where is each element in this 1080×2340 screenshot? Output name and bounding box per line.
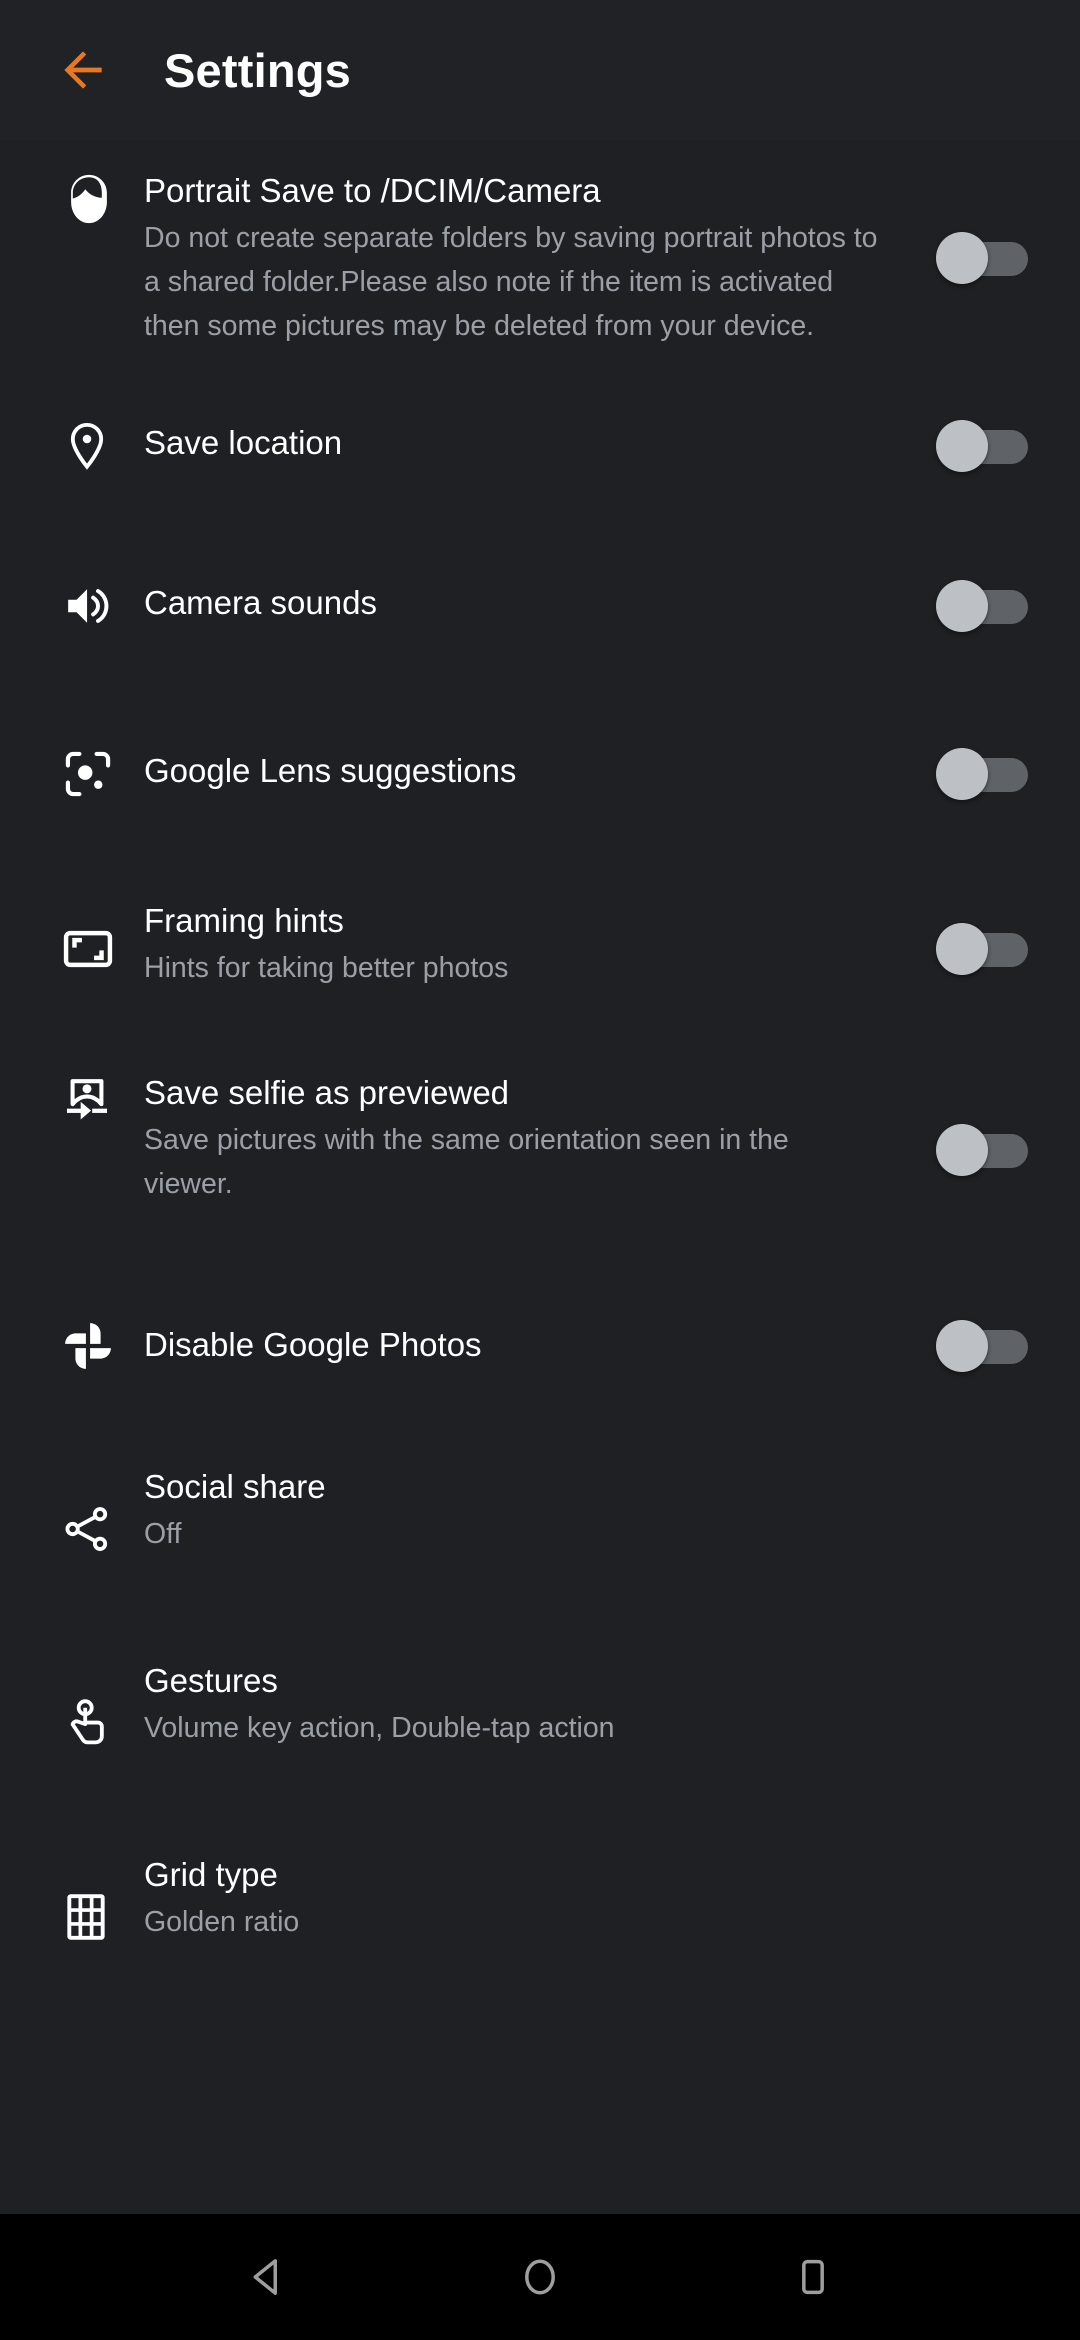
setting-summary: Golden ratio xyxy=(144,1906,300,1938)
setting-row-social-share[interactable]: Social share Off xyxy=(0,1432,1080,1626)
nav-back-button[interactable] xyxy=(212,2222,322,2332)
setting-row-save-selfie[interactable]: Save selfie as previewed Save pictures w… xyxy=(0,1040,1080,1260)
switch-thumb xyxy=(936,580,988,632)
setting-row-disable-google-photos[interactable]: Disable Google Photos xyxy=(0,1260,1080,1432)
setting-title: Portrait Save to /DCIM/Camera xyxy=(144,172,601,209)
setting-row-framing-hints[interactable]: Framing hints Hints for taking better ph… xyxy=(0,858,1080,1040)
setting-title: Disable Google Photos xyxy=(144,1326,482,1363)
settings-screen: Settings Portrait Save to /DCIM/Camera D… xyxy=(0,0,1080,2340)
toggle-camera-sounds[interactable] xyxy=(936,580,1028,632)
setting-text-block: Grid type Golden ratio xyxy=(144,1820,908,1966)
setting-row-grid-type[interactable]: Grid type Golden ratio xyxy=(0,1820,1080,2014)
back-button[interactable] xyxy=(46,33,120,107)
save-selfie-icon xyxy=(48,1040,144,1260)
setting-text-block: Social share Off xyxy=(144,1432,908,1578)
setting-text-block: Framing hints Hints for taking better ph… xyxy=(144,858,908,1012)
toggle-container xyxy=(908,580,1028,632)
nav-home-circle-icon xyxy=(518,2255,562,2299)
setting-summary: Save pictures with the same orientation … xyxy=(144,1124,789,1200)
volume-up-icon xyxy=(48,522,144,690)
google-lens-icon xyxy=(48,690,144,858)
setting-title: Save selfie as previewed xyxy=(144,1074,510,1111)
setting-text-block: Portrait Save to /DCIM/Camera Do not cre… xyxy=(144,146,908,370)
switch-thumb xyxy=(936,232,988,284)
toggle-container xyxy=(908,748,1028,800)
setting-summary: Hints for taking better photos xyxy=(144,952,509,984)
setting-row-google-lens[interactable]: Google Lens suggestions xyxy=(0,690,1080,858)
toggle-container xyxy=(908,420,1028,472)
toggle-framing-hints[interactable] xyxy=(936,923,1028,975)
nav-recents-button[interactable] xyxy=(758,2222,868,2332)
toggle-container xyxy=(908,923,1028,975)
arrow-left-icon xyxy=(55,42,111,98)
toggle-container xyxy=(908,232,1028,284)
setting-title: Camera sounds xyxy=(144,584,377,621)
switch-thumb xyxy=(936,1320,988,1372)
setting-text-block: Save selfie as previewed Save pictures w… xyxy=(144,1040,908,1228)
setting-summary: Do not create separate folders by saving… xyxy=(144,222,878,342)
setting-title: Grid type xyxy=(144,1856,278,1893)
setting-summary: Off xyxy=(144,1518,182,1550)
switch-thumb xyxy=(936,420,988,472)
setting-title: Social share xyxy=(144,1468,326,1505)
setting-row-camera-sounds[interactable]: Camera sounds xyxy=(0,522,1080,690)
setting-title: Google Lens suggestions xyxy=(144,752,517,789)
setting-row-portrait-save[interactable]: Portrait Save to /DCIM/Camera Do not cre… xyxy=(0,146,1080,370)
switch-thumb xyxy=(936,923,988,975)
setting-text-block: Camera sounds xyxy=(144,522,908,648)
switch-thumb xyxy=(936,1124,988,1176)
setting-title: Save location xyxy=(144,424,343,461)
toggle-save-selfie[interactable] xyxy=(936,1124,1028,1176)
toggle-google-lens[interactable] xyxy=(936,748,1028,800)
app-bar: Settings xyxy=(0,0,1080,140)
setting-text-block: Google Lens suggestions xyxy=(144,690,908,816)
grid-icon xyxy=(48,1820,144,2014)
settings-list: Portrait Save to /DCIM/Camera Do not cre… xyxy=(0,140,1080,2214)
toggle-portrait-save[interactable] xyxy=(936,232,1028,284)
toggle-container xyxy=(908,1124,1028,1176)
portrait-face-icon xyxy=(48,146,144,228)
nav-back-triangle-icon xyxy=(245,2255,289,2299)
google-photos-pinwheel-icon xyxy=(48,1260,144,1432)
setting-summary: Volume key action, Double-tap action xyxy=(144,1712,615,1744)
switch-thumb xyxy=(936,748,988,800)
nav-recents-square-icon xyxy=(791,2255,835,2299)
setting-text-block: Gestures Volume key action, Double-tap a… xyxy=(144,1626,908,1772)
setting-title: Gestures xyxy=(144,1662,278,1699)
share-icon xyxy=(48,1432,144,1626)
toggle-container xyxy=(908,1320,1028,1372)
toggle-save-location[interactable] xyxy=(936,420,1028,472)
page-title: Settings xyxy=(164,43,352,97)
location-pin-icon xyxy=(48,370,144,522)
setting-row-save-location[interactable]: Save location xyxy=(0,370,1080,522)
setting-title: Framing hints xyxy=(144,902,344,939)
system-navigation-bar xyxy=(0,2214,1080,2340)
framing-hints-icon xyxy=(48,858,144,1040)
touch-gesture-icon xyxy=(48,1626,144,1820)
toggle-disable-google-photos[interactable] xyxy=(936,1320,1028,1372)
nav-home-button[interactable] xyxy=(485,2222,595,2332)
setting-row-gestures[interactable]: Gestures Volume key action, Double-tap a… xyxy=(0,1626,1080,1820)
setting-text-block: Save location xyxy=(144,370,908,488)
setting-text-block: Disable Google Photos xyxy=(144,1260,908,1390)
